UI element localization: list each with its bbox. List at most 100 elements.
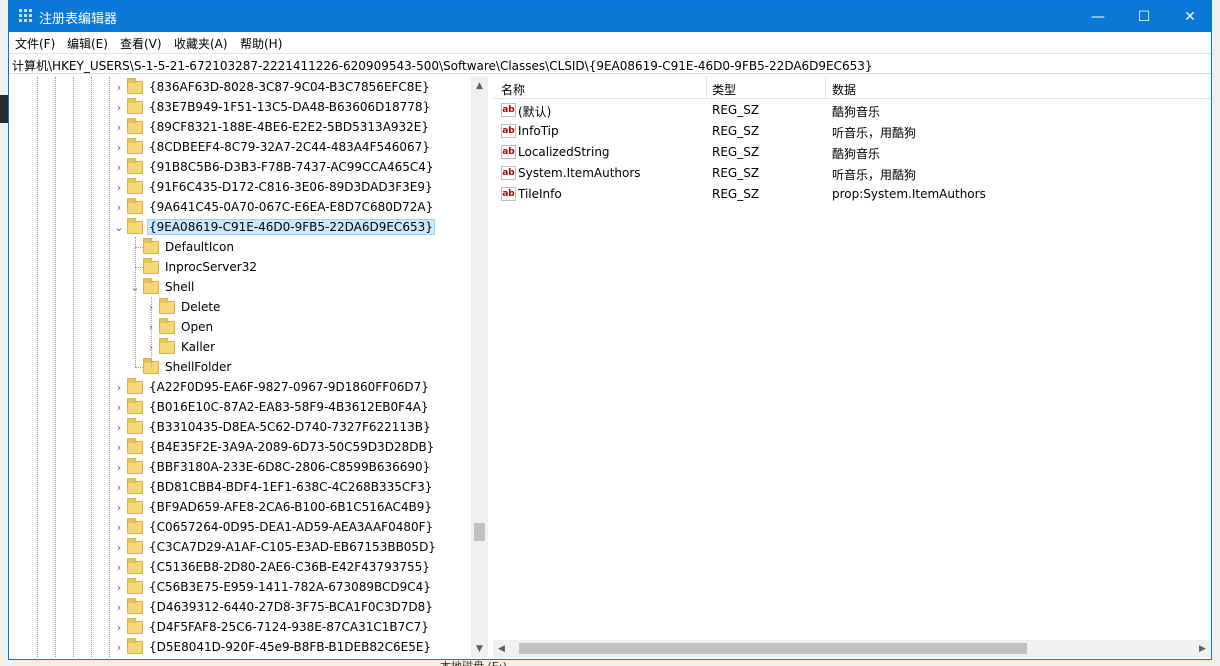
tree-node-label[interactable]: {A22F0D95-EA6F-9827-0967-9D1860FF06D7} [147,379,431,395]
chevron-right-icon[interactable]: › [113,537,125,557]
chevron-right-icon[interactable]: › [113,437,125,457]
key-tree[interactable]: › {836AF63D-8028-3C87-9C04-B3C7856EFC8E} ›… [9,77,488,657]
values-list[interactable]: 名称 类型 数据 ab (默认) REG_SZ 酷狗音乐 ab InfoTip REG_SZ… [493,77,1211,657]
tree-node[interactable]: InprocServer32 [129,257,259,277]
tree-node-label[interactable]: {B016E10C-87A2-EA83-58F9-4B3612EB0F4A} [147,399,431,415]
chevron-right-icon[interactable]: › [113,77,125,97]
tree-node-label[interactable]: {BF9AD659-AFE8-2CA6-B100-6B1C516AC4B9} [147,499,434,515]
scroll-up-arrow[interactable]: ▲ [471,77,488,94]
chevron-right-icon[interactable]: › [113,457,125,477]
tree-node-label[interactable]: {83E7B949-1F51-13C5-DA48-B63606D18778} [147,99,432,115]
tree-node[interactable]: › Kaller [145,337,217,357]
tree-node[interactable]: ⌄ Shell [129,277,196,297]
tree-node-label[interactable]: {8CDBEEF4-8C79-32A7-2C44-483A4F546067} [147,139,432,155]
tree-node-label[interactable]: {D4639312-6440-27D8-3F75-BCA1F0C3D7D8} [147,599,435,615]
chevron-right-icon[interactable]: › [113,637,125,657]
tree-scroll-thumb[interactable] [474,523,485,541]
menu-view[interactable]: 查看(V) [120,35,162,52]
column-separator[interactable] [706,77,707,99]
tree-node[interactable]: › {BBF3180A-233E-6D8C-2806-C8599B636690} [113,457,432,477]
chevron-right-icon[interactable]: › [113,617,125,637]
chevron-down-icon[interactable]: ⌄ [113,217,125,237]
tree-node[interactable]: › {BD81CBB4-BDF4-1EF1-638C-4C268B335CF3} [113,477,434,497]
tree-node-label[interactable]: Kaller [179,339,217,355]
tree-node-label[interactable]: {9EA08619-C91E-46D0-9FB5-22DA6D9EC653} [147,219,435,235]
value-row[interactable]: ab LocalizedString REG_SZ 酷狗音乐 [493,142,1211,163]
column-type[interactable]: 类型 [712,81,736,98]
tree-node[interactable]: ⌄ {9EA08619-C91E-46D0-9FB5-22DA6D9EC653} [113,217,435,237]
tree-node-label[interactable]: InprocServer32 [163,259,259,275]
value-row[interactable]: ab System.ItemAuthors REG_SZ 听音乐，用酷狗 [493,163,1211,184]
chevron-right-icon[interactable]: › [113,97,125,117]
tree-node[interactable]: › {B4E35F2E-3A9A-2089-6D73-50C59D3D28DB} [113,437,436,457]
chevron-right-icon[interactable]: › [113,477,125,497]
tree-node[interactable]: › {C0657264-0D95-DEA1-AD59-AEA3AAF0480F} [113,517,435,537]
tree-node[interactable]: › {83E7B949-1F51-13C5-DA48-B63606D18778} [113,97,432,117]
tree-node[interactable]: › {D5E8041D-920F-45e9-B8FB-B1DEB82C6E5E} [113,637,433,657]
tree-node-label[interactable]: {91F6C435-D172-C816-3E06-89D3DAD3F3E9} [147,179,435,195]
tree-node[interactable]: ShellFolder [129,357,233,377]
chevron-right-icon[interactable]: › [113,137,125,157]
tree-node[interactable]: › {89CF8321-188E-4BE6-E2E2-5BD5313A932E} [113,117,431,137]
tree-node[interactable]: › {C5136EB8-2D80-2AE6-C36B-E42F43793755} [113,557,432,577]
values-scroll-thumb[interactable] [519,643,1027,654]
tree-node[interactable]: › Delete [145,297,222,317]
tree-node-label[interactable]: {D4F5FAF8-25C6-7124-938E-87CA31C1B7C7} [147,619,431,635]
tree-node[interactable]: › {A22F0D95-EA6F-9827-0967-9D1860FF06D7} [113,377,431,397]
chevron-right-icon[interactable]: › [113,577,125,597]
scroll-down-arrow[interactable]: ▼ [471,640,488,657]
tree-node[interactable]: › {B3310435-D8EA-5C62-D740-7327F622113B} [113,417,433,437]
close-button[interactable]: ✕ [1167,1,1213,32]
tree-node-label[interactable]: {B3310435-D8EA-5C62-D740-7327F622113B} [147,419,433,435]
tree-node[interactable]: › {D4639312-6440-27D8-3F75-BCA1F0C3D7D8} [113,597,435,617]
tree-node[interactable]: › {9A641C45-0A70-067C-E6EA-E8D7C680D72A} [113,197,435,217]
tree-node-label[interactable]: {C56B3E75-E959-1411-782A-673089BCD9C4} [147,579,433,595]
menu-edit[interactable]: 编辑(E) [67,35,108,52]
tree-node[interactable]: › {C56B3E75-E959-1411-782A-673089BCD9C4} [113,577,433,597]
tree-node[interactable]: › {C3CA7D29-A1AF-C105-E3AD-EB67153BB05D} [113,537,438,557]
tree-node[interactable]: › {D4F5FAF8-25C6-7124-938E-87CA31C1B7C7} [113,617,431,637]
minimize-button[interactable]: — [1075,1,1121,32]
chevron-right-icon[interactable]: › [113,197,125,217]
tree-node-label[interactable]: Shell [163,279,196,295]
tree-node[interactable]: › {BF9AD659-AFE8-2CA6-B100-6B1C516AC4B9} [113,497,434,517]
tree-node-label[interactable]: {9A641C45-0A70-067C-E6EA-E8D7C680D72A} [147,199,435,215]
address-path[interactable]: 计算机\HKEY_USERS\S-1-5-21-672103287-222141… [12,57,873,74]
scroll-left-arrow[interactable]: ◀ [493,640,510,657]
tree-node-label[interactable]: {836AF63D-8028-3C87-9C04-B3C7856EFC8E} [147,79,432,95]
tree-node[interactable]: › {836AF63D-8028-3C87-9C04-B3C7856EFC8E} [113,77,432,97]
chevron-right-icon[interactable]: › [113,557,125,577]
tree-node-label[interactable]: Delete [179,299,222,315]
tree-vertical-scrollbar[interactable]: ▲ ▼ [471,77,488,657]
column-separator[interactable] [825,77,826,99]
tree-node[interactable]: › {B016E10C-87A2-EA83-58F9-4B3612EB0F4A} [113,397,431,417]
chevron-right-icon[interactable]: › [113,597,125,617]
menu-favorites[interactable]: 收藏夹(A) [174,35,228,52]
chevron-right-icon[interactable]: › [113,157,125,177]
tree-node-label[interactable]: {C3CA7D29-A1AF-C105-E3AD-EB67153BB05D} [147,539,438,555]
value-row[interactable]: ab (默认) REG_SZ 酷狗音乐 [493,100,1211,121]
value-row[interactable]: ab TileInfo REG_SZ prop:System.ItemAuthors [493,184,1211,205]
chevron-right-icon[interactable]: › [113,517,125,537]
chevron-right-icon[interactable]: › [113,397,125,417]
tree-node[interactable]: › {91F6C435-D172-C816-3E06-89D3DAD3F3E9} [113,177,435,197]
scroll-right-arrow[interactable]: ▶ [1194,640,1211,657]
column-name[interactable]: 名称 [501,81,525,98]
tree-node-label[interactable]: {89CF8321-188E-4BE6-E2E2-5BD5313A932E} [147,119,431,135]
tree-node-label[interactable]: {91B8C5B6-D3B3-F78B-7437-AC99CCA465C4} [147,159,436,175]
tree-node[interactable]: › {8CDBEEF4-8C79-32A7-2C44-483A4F546067} [113,137,432,157]
tree-node[interactable]: › {91B8C5B6-D3B3-F78B-7437-AC99CCA465C4} [113,157,436,177]
chevron-right-icon[interactable]: › [113,377,125,397]
menu-file[interactable]: 文件(F) [15,35,55,52]
chevron-right-icon[interactable]: › [113,417,125,437]
tree-node-label[interactable]: Open [179,319,215,335]
values-horizontal-scrollbar[interactable]: ◀ ▶ [493,640,1211,657]
tree-node-label[interactable]: ShellFolder [163,359,233,375]
chevron-right-icon[interactable]: › [113,497,125,517]
tree-node[interactable]: › Open [145,317,215,337]
title-bar[interactable]: 注册表编辑器 — ☐ ✕ [9,1,1211,32]
menu-help[interactable]: 帮助(H) [240,35,282,52]
maximize-button[interactable]: ☐ [1121,1,1167,32]
column-data[interactable]: 数据 [832,81,856,98]
tree-node-label[interactable]: {C5136EB8-2D80-2AE6-C36B-E42F43793755} [147,559,432,575]
